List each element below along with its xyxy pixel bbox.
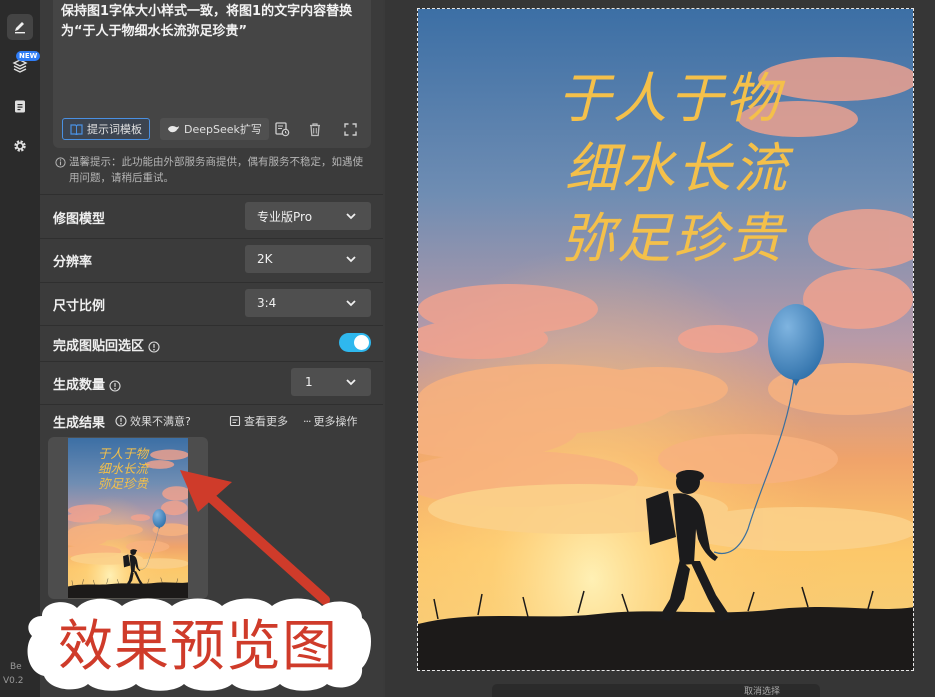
selection-frame[interactable]: 于人于物 细水长流 弥足珍贵 <box>417 8 914 671</box>
model-row: 修图模型 专业版Pro <box>40 194 383 239</box>
notes-tool-button[interactable] <box>7 93 33 119</box>
clear-prompt-button[interactable] <box>306 120 324 138</box>
ellipsis-icon: ··· <box>303 414 311 428</box>
result-label: 生成结果 <box>53 416 106 431</box>
paste-back-row: 完成图贴回选区 <box>40 326 383 362</box>
aspect-ratio-select[interactable]: 3:4 <box>245 289 371 317</box>
chevron-down-icon <box>346 256 356 263</box>
prompt-text[interactable]: 保持图1字体大小样式一致，将图1的文字内容替换为“于人于物细水长流弥足珍贵” <box>61 2 365 42</box>
chevron-down-icon <box>346 300 356 307</box>
count-label: 生成数量 <box>53 374 121 393</box>
paste-back-label: 完成图贴回选区 <box>53 335 160 354</box>
canvas-toolbar: 取消选择 <box>492 684 820 697</box>
prompt-template-button[interactable]: 提示词模板 <box>62 118 150 140</box>
resolution-select[interactable]: 2K <box>245 245 371 273</box>
tool-rail: NEW Be V0.2 <box>0 0 41 697</box>
info-icon <box>55 157 66 168</box>
canvas-area[interactable]: 于人于物 细水长流 弥足珍贵 取消选择 <box>385 0 935 697</box>
unsatisfied-link[interactable]: 效果不满意? <box>115 413 191 429</box>
annotation-arrow-icon <box>180 470 330 605</box>
fullscreen-icon <box>343 122 357 136</box>
model-select[interactable]: 专业版Pro <box>245 202 371 230</box>
annotation-label: 效果预览图 <box>57 614 338 678</box>
gallery-icon <box>229 415 241 427</box>
pencil-icon <box>15 22 25 34</box>
info-icon <box>148 340 160 353</box>
whale-icon <box>168 125 179 133</box>
gear-icon <box>14 140 26 152</box>
deepseek-expand-button[interactable]: DeepSeek扩写 <box>160 118 269 140</box>
more-operations-button[interactable]: ··· 更多操作 <box>303 413 358 429</box>
paste-back-toggle[interactable] <box>339 333 371 352</box>
info-icon <box>115 415 127 427</box>
view-more-button[interactable]: 查看更多 <box>229 413 288 429</box>
trash-icon <box>310 122 320 136</box>
chevron-down-icon <box>346 379 356 386</box>
aspect-ratio-label: 尺寸比例 <box>53 299 106 314</box>
prompt-input[interactable]: 保持图1字体大小样式一致，将图1的文字内容替换为“于人于物细水长流弥足珍贵” 提… <box>53 0 371 148</box>
deselect-button[interactable]: 取消选择 <box>744 688 780 697</box>
clipboard-icon <box>15 100 25 113</box>
info-icon <box>109 379 121 392</box>
expand-prompt-button[interactable] <box>341 120 359 138</box>
count-select[interactable]: 1 <box>291 368 371 396</box>
history-icon <box>275 122 290 137</box>
model-label: 修图模型 <box>53 212 106 227</box>
book-icon <box>70 123 83 135</box>
new-badge: NEW <box>16 51 41 61</box>
count-row: 生成数量 1 <box>40 362 383 405</box>
resolution-label: 分辨率 <box>53 255 93 270</box>
settings-tool-button[interactable] <box>7 133 33 159</box>
edit-tool-button[interactable] <box>7 14 33 40</box>
resolution-row: 分辨率 2K <box>40 238 383 283</box>
brand-version: Be V0.2 <box>3 662 24 686</box>
poster-text: 于人于物 细水长流 弥足珍贵 <box>557 67 789 270</box>
history-button[interactable] <box>273 120 291 138</box>
chevron-down-icon <box>346 213 356 220</box>
aspect-ratio-row: 尺寸比例 3:4 <box>40 283 383 326</box>
